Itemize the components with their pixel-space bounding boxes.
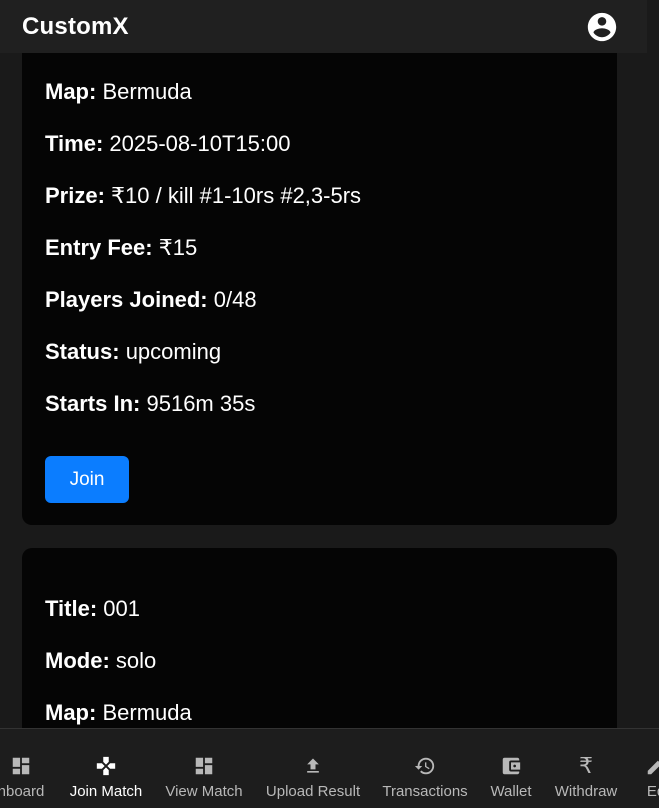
history-icon <box>414 755 436 777</box>
scrollbar[interactable] <box>647 0 659 728</box>
prize-label: Prize: <box>45 183 105 208</box>
map-row: Map: Bermuda <box>45 79 192 105</box>
prize-value: ₹10 / kill #1-10rs #2,3-5rs <box>111 183 362 208</box>
match-list: Map: Bermuda Time: 2025-08-10T15:00 Priz… <box>0 53 647 728</box>
nav-label: Wallet <box>490 783 532 800</box>
upload-icon <box>303 755 323 777</box>
entry-fee-label: Entry Fee: <box>45 235 153 260</box>
mode-label: Mode: <box>45 648 110 673</box>
starts-in-label: Starts In: <box>45 391 141 416</box>
dashboard-icon <box>10 755 32 777</box>
app-title: CustomX <box>22 12 129 40</box>
status-value: upcoming <box>125 339 222 364</box>
entry-fee-row: Entry Fee: ₹15 <box>45 235 197 261</box>
nav-label: View Match <box>165 783 243 800</box>
entry-fee-value: ₹15 <box>158 235 198 260</box>
status-label: Status: <box>45 339 120 364</box>
map-row: Map: Bermuda <box>45 700 192 726</box>
edit-icon <box>645 755 659 777</box>
time-value: 2025-08-10T15:00 <box>109 131 291 156</box>
mode-row: Mode: solo <box>45 648 156 674</box>
map-value: Bermuda <box>102 79 192 104</box>
map-value: Bermuda <box>102 700 192 725</box>
prize-row: Prize: ₹10 / kill #1-10rs #2,3-5rs <box>45 183 361 209</box>
grid-icon <box>193 755 215 777</box>
title-row: Title: 001 <box>45 596 140 622</box>
nav-label: hboard <box>0 783 45 800</box>
title-label: Title: <box>45 596 98 621</box>
nav-label: Join Match <box>69 783 143 800</box>
nav-label: Upload Result <box>265 783 361 800</box>
match-card: Map: Bermuda Time: 2025-08-10T15:00 Priz… <box>22 53 617 525</box>
players-joined-label: Players Joined: <box>45 287 208 312</box>
match-card: Title: 001 Mode: solo Map: Bermuda <box>22 548 617 728</box>
nav-label: Ed <box>646 783 659 800</box>
rupee-icon: ₹ <box>579 753 593 779</box>
nav-item-edit[interactable]: Ed <box>638 729 659 808</box>
nav-item-join-match[interactable]: Join Match <box>66 729 146 808</box>
join-button[interactable]: Join <box>45 456 129 503</box>
map-label: Map: <box>45 79 97 104</box>
wallet-icon <box>498 755 524 777</box>
nav-item-dashboard[interactable]: hboard <box>0 729 52 808</box>
nav-item-withdraw[interactable]: ₹ Withdraw <box>553 729 619 808</box>
time-label: Time: <box>45 131 104 156</box>
nav-label: Transactions <box>382 783 468 800</box>
title-value: 001 <box>103 596 140 621</box>
players-joined-value: 0/48 <box>213 287 257 312</box>
map-label: Map: <box>45 700 97 725</box>
nav-item-transactions[interactable]: Transactions <box>381 729 469 808</box>
status-row: Status: upcoming <box>45 339 221 365</box>
nav-label: Withdraw <box>554 783 618 800</box>
players-joined-row: Players Joined: 0/48 <box>45 287 257 313</box>
time-row: Time: 2025-08-10T15:00 <box>45 131 290 157</box>
gamepad-icon <box>95 755 117 777</box>
mode-value: solo <box>115 648 157 673</box>
starts-in-value: 9516m 35s <box>146 391 256 416</box>
top-app-bar: CustomX <box>0 0 647 53</box>
bottom-navigation: hboard Join Match View Match Upload Resu… <box>0 728 659 808</box>
nav-item-view-match[interactable]: View Match <box>163 729 245 808</box>
nav-item-upload-result[interactable]: Upload Result <box>264 729 362 808</box>
account-icon[interactable] <box>585 10 619 44</box>
nav-item-wallet[interactable]: Wallet <box>488 729 534 808</box>
starts-in-row: Starts In: 9516m 35s <box>45 391 255 417</box>
